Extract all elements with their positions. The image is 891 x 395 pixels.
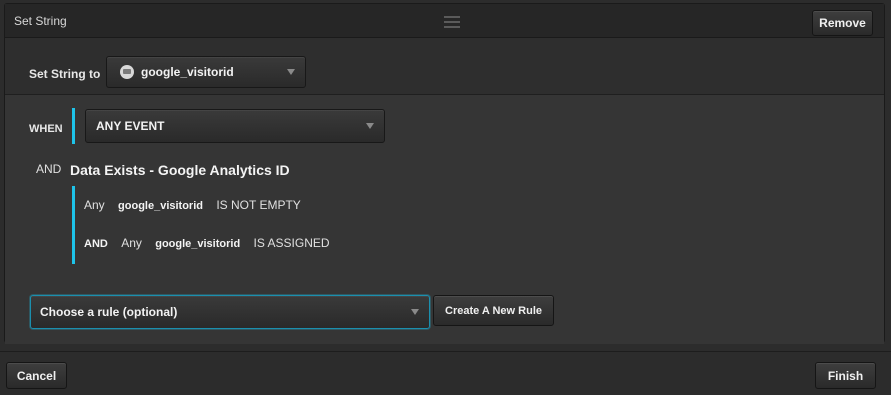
condition-variable: google_visitorid bbox=[155, 238, 241, 250]
data-element-icon bbox=[120, 65, 134, 79]
finish-button[interactable]: Finish bbox=[815, 362, 876, 389]
condition-line: AND Any google_visitorid IS ASSIGNED bbox=[84, 236, 330, 250]
chevron-down-icon bbox=[411, 309, 419, 315]
condition-prefix: AND bbox=[84, 238, 108, 250]
rule-select[interactable]: Choose a rule (optional) bbox=[30, 295, 430, 329]
when-label: WHEN bbox=[29, 123, 63, 135]
set-string-label: Set String to bbox=[29, 67, 101, 81]
create-new-rule-button[interactable]: Create A New Rule bbox=[433, 295, 554, 326]
condition-variable: google_visitorid bbox=[118, 200, 203, 212]
event-select[interactable]: ANY EVENT bbox=[85, 109, 385, 143]
when-accent-bar bbox=[72, 108, 75, 144]
cancel-button[interactable]: Cancel bbox=[6, 362, 67, 389]
condition-scope: Any bbox=[121, 236, 142, 250]
condition-line: Any google_visitorid IS NOT EMPTY bbox=[84, 198, 301, 212]
variable-select-value: google_visitorid bbox=[141, 65, 234, 79]
chevron-down-icon bbox=[366, 123, 374, 129]
condition-scope: Any bbox=[84, 198, 105, 212]
set-string-panel: Set String Remove Set String to google_v… bbox=[4, 3, 885, 344]
drag-handle-icon[interactable] bbox=[444, 16, 460, 28]
variable-select[interactable]: google_visitorid bbox=[106, 56, 306, 88]
chevron-down-icon bbox=[287, 69, 295, 75]
rule-select-placeholder: Choose a rule (optional) bbox=[40, 305, 178, 319]
footer-divider bbox=[0, 351, 891, 352]
panel-header: Set String Remove bbox=[5, 4, 884, 38]
and-label: AND bbox=[36, 162, 62, 176]
condition-operator: IS ASSIGNED bbox=[253, 236, 330, 250]
condition-title: Data Exists - Google Analytics ID bbox=[70, 162, 290, 178]
panel-title: Set String bbox=[14, 14, 67, 28]
condition-accent-bar bbox=[72, 186, 75, 264]
condition-operator: IS NOT EMPTY bbox=[216, 198, 301, 212]
event-select-value: ANY EVENT bbox=[96, 119, 165, 133]
remove-button[interactable]: Remove bbox=[812, 10, 873, 36]
